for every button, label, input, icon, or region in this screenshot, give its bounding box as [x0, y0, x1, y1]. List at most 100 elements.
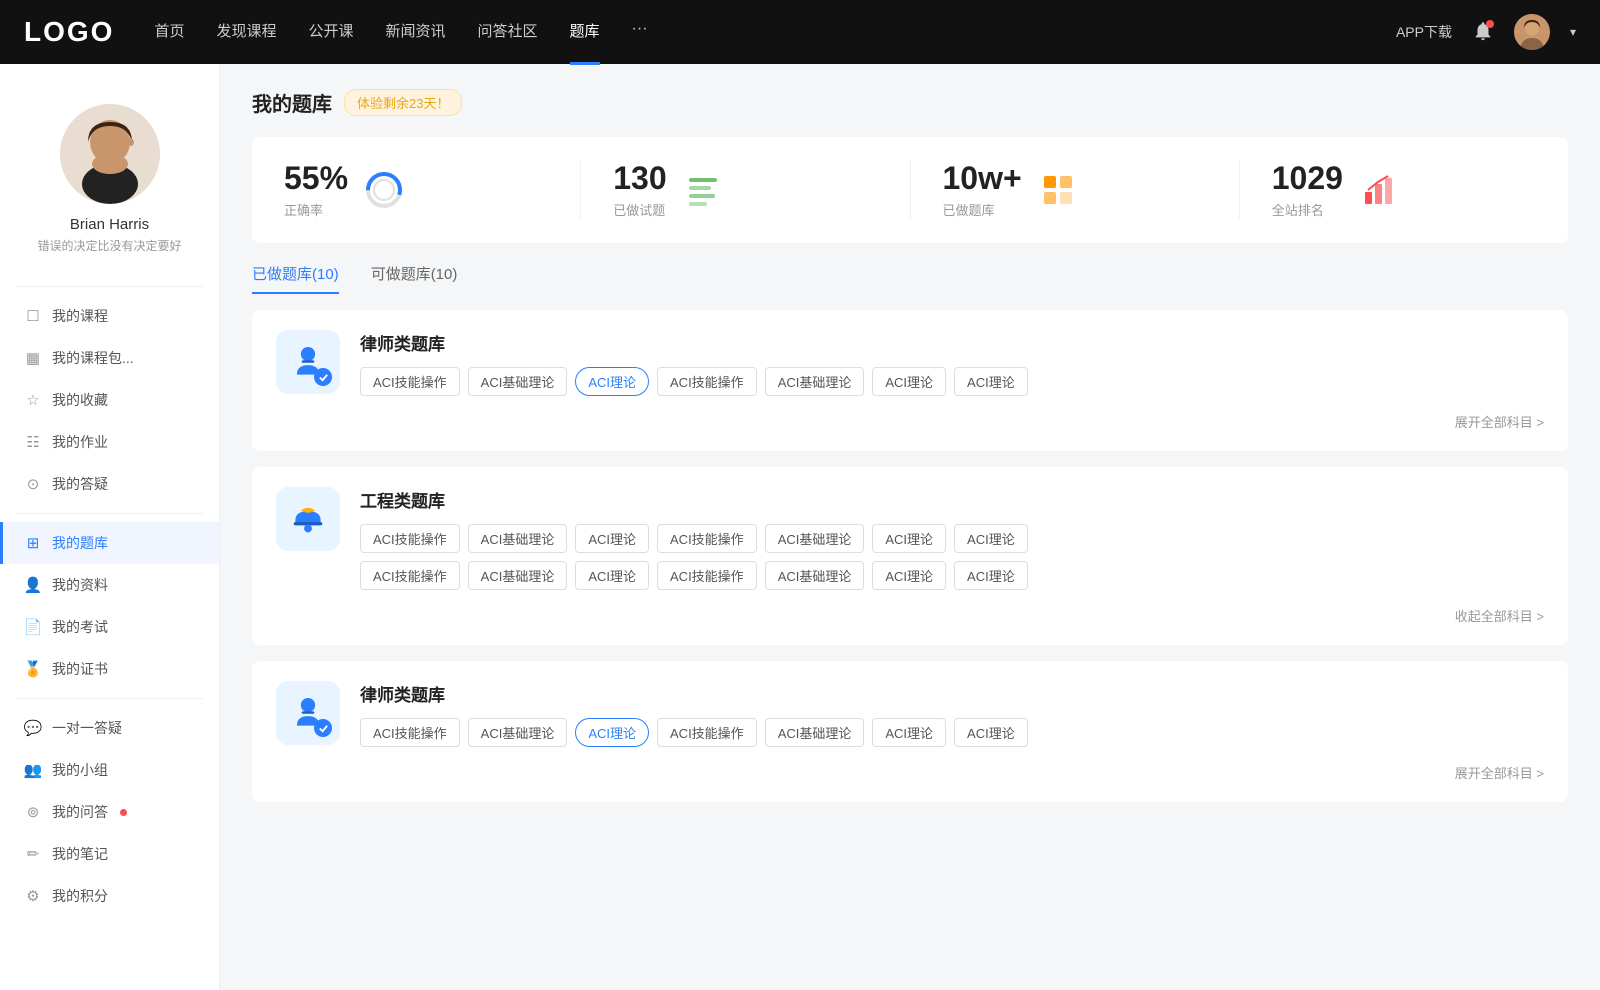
stat-rank: 1029 全站排名: [1272, 161, 1536, 219]
engineer-icon: [276, 487, 340, 551]
bank-expand-3[interactable]: 展开全部科目 >: [276, 763, 1544, 782]
sidebar-item-my-course[interactable]: ☐ 我的课程: [0, 295, 219, 337]
bank-tag[interactable]: ACI理论: [954, 718, 1028, 747]
bank-card-1-tags: ACI技能操作 ACI基础理论 ACI理论 ACI技能操作 ACI基础理论 AC…: [360, 367, 1544, 396]
bank-tag[interactable]: ACI技能操作: [657, 524, 757, 553]
bank-tag[interactable]: ACI基础理论: [765, 524, 865, 553]
stat-accuracy-text: 55% 正确率: [284, 161, 348, 219]
sidebar-menu: ☐ 我的课程 ▦ 我的课程包... ☆ 我的收藏 ☷ 我的作业 ⊙ 我的答疑 ⊞: [0, 295, 219, 917]
bank-tag[interactable]: ACI基础理论: [468, 367, 568, 396]
sidebar-item-question-bank[interactable]: ⊞ 我的题库: [0, 522, 219, 564]
sidebar-item-certificates[interactable]: 🏅 我的证书: [0, 648, 219, 690]
grid-chart-icon: [1038, 170, 1078, 210]
nav-menu: 首页 发现课程 公开课 新闻资讯 问答社区 题库 ···: [154, 20, 1396, 45]
top-navigation: LOGO 首页 发现课程 公开课 新闻资讯 问答社区 题库 ··· APP下载 …: [0, 0, 1600, 64]
bank-tag[interactable]: ACI基础理论: [765, 718, 865, 747]
bank-tag[interactable]: ACI理论: [954, 561, 1028, 590]
sidebar-divider-1: [16, 286, 203, 287]
stat-rank-label: 全站排名: [1272, 200, 1343, 219]
nav-question-bank[interactable]: 题库: [570, 20, 600, 45]
star-icon: ☆: [24, 391, 42, 409]
sidebar-item-questions[interactable]: ⊙ 我的答疑: [0, 463, 219, 505]
bar-rank-icon: [1359, 170, 1399, 210]
bank-tag[interactable]: ACI基础理论: [468, 718, 568, 747]
avatar[interactable]: [1514, 14, 1550, 50]
bank-card-2-tags-row2: ACI技能操作 ACI基础理论 ACI理论 ACI技能操作 ACI基础理论 AC…: [360, 561, 1544, 590]
sidebar-item-points[interactable]: ⚙ 我的积分: [0, 875, 219, 917]
pencil-icon: ✏: [24, 845, 42, 863]
bank-tag[interactable]: ACI基础理论: [468, 524, 568, 553]
bank-tag[interactable]: ACI基础理论: [468, 561, 568, 590]
nav-home[interactable]: 首页: [154, 20, 184, 45]
bank-tag[interactable]: ACI理论: [575, 561, 649, 590]
bank-card-3-body: 律师类题库 ACI技能操作 ACI基础理论 ACI理论 ACI技能操作 ACI基…: [360, 681, 1544, 747]
trial-badge: 体验剩余23天！: [344, 89, 462, 116]
bank-tag[interactable]: ACI理论: [872, 524, 946, 553]
bank-tag[interactable]: ACI理论: [575, 524, 649, 553]
bank-tag[interactable]: ACI技能操作: [360, 561, 460, 590]
user-dropdown-arrow[interactable]: ▾: [1570, 25, 1576, 39]
doc-icon: 📄: [24, 618, 42, 636]
bank-card-1-header: 律师类题库 ACI技能操作 ACI基础理论 ACI理论 ACI技能操作 ACI基…: [276, 330, 1544, 396]
list-chart-icon: [683, 170, 723, 210]
main-content: 我的题库 体验剩余23天！ 55% 正确率: [220, 64, 1600, 990]
notification-bell[interactable]: [1472, 20, 1494, 45]
bank-card-1-body: 律师类题库 ACI技能操作 ACI基础理论 ACI理论 ACI技能操作 ACI基…: [360, 330, 1544, 396]
note-icon: ☷: [24, 433, 42, 451]
nav-discover[interactable]: 发现课程: [216, 20, 276, 45]
bank-tag[interactable]: ACI技能操作: [360, 718, 460, 747]
tab-done[interactable]: 已做题库(10): [252, 263, 339, 294]
sidebar-avatar[interactable]: [60, 104, 160, 204]
bank-tag[interactable]: ACI理论: [872, 718, 946, 747]
sidebar-profile: Brian Harris 错误的决定比没有决定要好: [0, 84, 219, 278]
check-badge-1: [314, 368, 332, 386]
bank-tag[interactable]: ACI理论: [872, 367, 946, 396]
nav-news[interactable]: 新闻资讯: [386, 20, 446, 45]
bank-tag[interactable]: ACI基础理论: [765, 561, 865, 590]
sidebar-item-one-on-one[interactable]: 💬 一对一答疑: [0, 707, 219, 749]
bank-tag[interactable]: ACI理论: [954, 524, 1028, 553]
sidebar-item-groups[interactable]: 👥 我的小组: [0, 749, 219, 791]
bank-tag[interactable]: ACI技能操作: [657, 718, 757, 747]
app-download-link[interactable]: APP下载: [1396, 22, 1452, 42]
stat-rank-value: 1029: [1272, 161, 1343, 196]
bank-tag[interactable]: ACI技能操作: [360, 524, 460, 553]
stat-rank-text: 1029 全站排名: [1272, 161, 1343, 219]
page-header: 我的题库 体验剩余23天！: [252, 88, 1568, 117]
stat-questions-text: 130 已做试题: [613, 161, 666, 219]
sidebar-username: Brian Harris: [70, 216, 149, 233]
nav-qa[interactable]: 问答社区: [478, 20, 538, 45]
bank-tag[interactable]: ACI基础理论: [765, 367, 865, 396]
bank-tag[interactable]: ACI理论: [872, 561, 946, 590]
sidebar-item-notes[interactable]: ✏ 我的笔记: [0, 833, 219, 875]
tabs-bar: 已做题库(10) 可做题库(10): [252, 263, 1568, 294]
sidebar-item-exams[interactable]: 📄 我的考试: [0, 606, 219, 648]
sidebar-item-materials[interactable]: 👤 我的资料: [0, 564, 219, 606]
stats-card: 55% 正确率 130 已做试题: [252, 137, 1568, 243]
page-layout: Brian Harris 错误的决定比没有决定要好 ☐ 我的课程 ▦ 我的课程包…: [0, 0, 1600, 990]
bank-tag[interactable]: ACI技能操作: [360, 367, 460, 396]
bank-card-2-tags-row1: ACI技能操作 ACI基础理论 ACI理论 ACI技能操作 ACI基础理论 AC…: [360, 524, 1544, 553]
sidebar-item-my-qa[interactable]: ⊚ 我的问答: [0, 791, 219, 833]
bank-tag-selected[interactable]: ACI理论: [575, 367, 649, 396]
bank-tag[interactable]: ACI技能操作: [657, 367, 757, 396]
bank-card-engineer: 工程类题库 ACI技能操作 ACI基础理论 ACI理论 ACI技能操作 ACI基…: [252, 467, 1568, 645]
question-icon: ⊙: [24, 475, 42, 493]
bank-expand-1[interactable]: 展开全部科目 >: [276, 412, 1544, 431]
tab-available[interactable]: 可做题库(10): [371, 263, 458, 294]
notification-dot: [1486, 20, 1494, 28]
nav-more[interactable]: ···: [632, 20, 648, 45]
bank-tag[interactable]: ACI理论: [954, 367, 1028, 396]
chat-icon: 💬: [24, 719, 42, 737]
sidebar-item-homework[interactable]: ☷ 我的作业: [0, 421, 219, 463]
sidebar-item-course-package[interactable]: ▦ 我的课程包...: [0, 337, 219, 379]
bank-expand-2[interactable]: 收起全部科目 >: [276, 606, 1544, 625]
nav-open-course[interactable]: 公开课: [308, 20, 353, 45]
bank-tag-selected[interactable]: ACI理论: [575, 718, 649, 747]
stat-banks-text: 10w+ 已做题库: [943, 161, 1022, 219]
sidebar-item-favorites[interactable]: ☆ 我的收藏: [0, 379, 219, 421]
file-icon: ☐: [24, 307, 42, 325]
group-icon: 👥: [24, 761, 42, 779]
avatar-image: [1514, 14, 1550, 50]
bank-tag[interactable]: ACI技能操作: [657, 561, 757, 590]
